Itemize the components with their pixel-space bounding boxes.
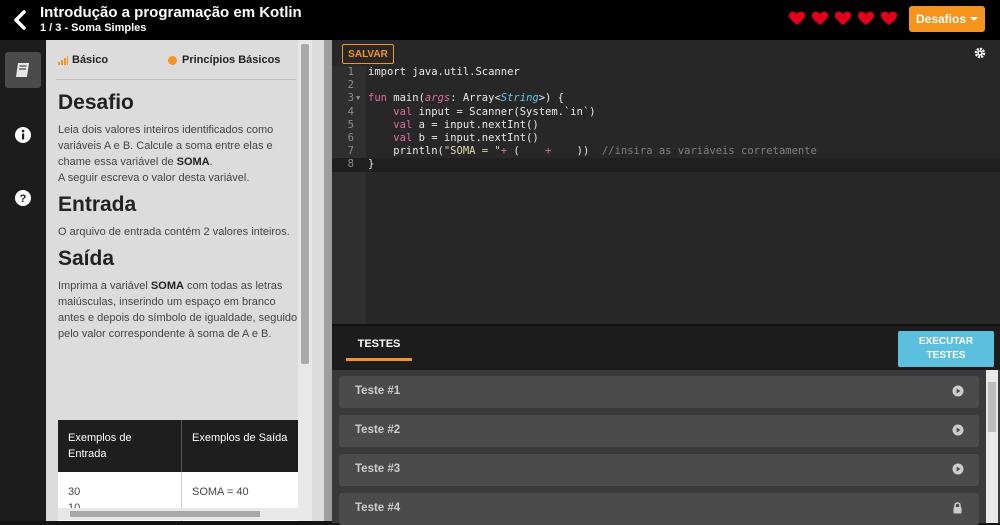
challenge-subtitle: 1 / 3 - Soma Simples <box>40 22 147 34</box>
vertical-scrollbar[interactable] <box>298 40 312 521</box>
play-icon[interactable] <box>952 385 964 397</box>
test-item[interactable]: Teste #2 <box>339 415 979 447</box>
level-label: Básico <box>72 54 109 66</box>
header-output-examples: Exemplos de Saída <box>182 420 298 472</box>
code-line: 2 <box>347 79 354 92</box>
heart-icon <box>857 11 875 25</box>
test-item[interactable]: Teste #3 <box>339 454 979 486</box>
code-line: 4 val input = Scanner(System.`in`) <box>347 105 596 118</box>
desafios-dropdown-button[interactable]: Desafios <box>909 6 985 32</box>
tab-tests[interactable]: TESTES <box>346 338 412 361</box>
chevron-left-icon <box>14 10 26 30</box>
examples-table: Exemplos de Entrada Exemplos de Saída 30… <box>58 420 298 521</box>
heading-entrada: Entrada <box>58 193 137 216</box>
lock-icon <box>953 502 962 514</box>
save-button[interactable]: SALVAR <box>342 44 394 64</box>
rail-help-button[interactable]: ? <box>5 180 41 216</box>
code-line: 5 val a = input.nextInt() <box>347 118 539 131</box>
horizontal-scrollbar[interactable] <box>58 508 298 520</box>
difficulty-level: Básico <box>58 54 108 66</box>
entrada-text: O arquivo de entrada contém 2 valores in… <box>58 226 290 238</box>
book-icon <box>16 63 29 77</box>
heading-desafio: Desafio <box>58 91 134 114</box>
code-line: 1 import java.util.Scanner <box>347 66 520 78</box>
test-label: Teste #4 <box>355 502 401 514</box>
test-item[interactable]: Teste #4 <box>339 493 979 525</box>
heart-icon <box>811 11 829 25</box>
panel-resize-handle[interactable] <box>324 40 332 521</box>
info-icon <box>15 127 31 143</box>
svg-text:?: ? <box>20 193 27 205</box>
gear-icon <box>974 47 986 59</box>
execute-tests-button[interactable]: EXECUTAR TESTES <box>898 331 994 367</box>
tests-scrollbar[interactable] <box>986 370 998 523</box>
signal-bars-icon <box>58 55 68 65</box>
test-item[interactable]: Teste #1 <box>339 376 979 408</box>
tests-panel: TESTES EXECUTAR TESTES Teste #1 Teste #2 … <box>332 324 1000 525</box>
back-button[interactable] <box>8 6 32 34</box>
description-panel: Básico Princípios Básicos Desafio Leia d… <box>46 40 332 521</box>
help-icon: ? <box>15 190 31 206</box>
lives-hearts <box>788 10 898 26</box>
desafios-label: Desafios <box>915 12 967 26</box>
desafio-text: Leia dois valores inteiros identificados… <box>58 124 274 184</box>
side-rail: ? <box>0 40 46 521</box>
top-bar: Introdução a programação em Kotlin 1 / 3… <box>0 0 1000 40</box>
header-input-examples: Exemplos de Entrada <box>58 420 182 472</box>
play-icon[interactable] <box>952 463 964 475</box>
heart-icon <box>788 11 806 25</box>
play-icon[interactable] <box>952 424 964 436</box>
settings-button[interactable] <box>974 46 986 64</box>
heart-icon <box>834 11 852 25</box>
topic-label: Princípios Básicos <box>182 54 281 66</box>
code-area[interactable]: 1 import java.util.Scanner 2 3 ▼ fun main(a… <box>332 66 1000 172</box>
topic-dot-icon <box>168 55 177 65</box>
heart-icon <box>880 11 898 25</box>
test-label: Teste #3 <box>355 463 401 475</box>
course-title: Introdução a programação em Kotlin <box>40 4 302 21</box>
code-line: 6 val b = input.nextInt() <box>347 131 539 144</box>
rail-info-button[interactable] <box>5 117 41 153</box>
test-label: Teste #2 <box>355 424 401 436</box>
code-line: 7 println("SOMA = "+ ( + )) //insira as … <box>347 145 817 158</box>
heading-saida: Saída <box>58 247 115 270</box>
rail-description-button[interactable] <box>5 52 41 88</box>
code-line: 8} <box>332 158 1000 172</box>
caret-down-icon <box>970 17 979 21</box>
test-label: Teste #1 <box>355 385 401 397</box>
saida-text: Imprima a variável SOMA com todas as let… <box>58 280 298 340</box>
table-header: Exemplos de Entrada Exemplos de Saída <box>58 420 298 472</box>
code-line: 3 ▼ fun main(args: Array<String>) { <box>347 92 565 105</box>
problem-statement: Desafio Leia dois valores inteiros ident… <box>58 90 298 348</box>
divider <box>56 79 296 80</box>
fold-arrow-icon: ▼ <box>356 94 361 103</box>
topic-tag: Princípios Básicos <box>168 54 280 66</box>
code-editor[interactable]: SALVAR 1 import java.util.Scanner 2 3 ▼ fun… <box>332 40 1000 324</box>
test-list: Teste #1 Teste #2 Teste #3 Teste #4 <box>332 370 1000 525</box>
